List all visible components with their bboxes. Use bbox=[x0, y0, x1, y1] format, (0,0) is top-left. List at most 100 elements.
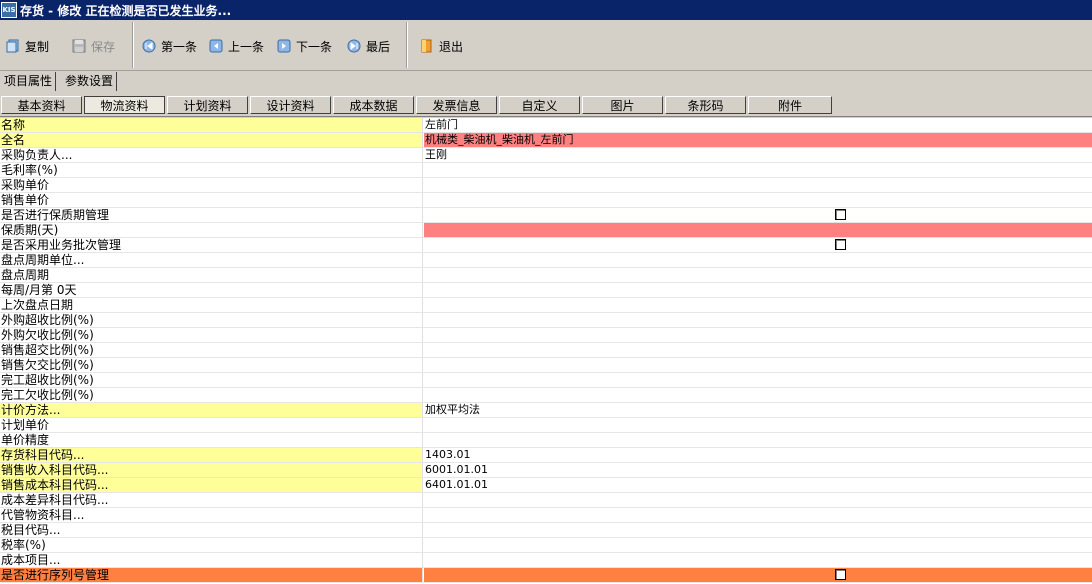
tab-design-info[interactable]: 设计资料 bbox=[250, 96, 331, 114]
property-value[interactable] bbox=[424, 538, 1092, 552]
property-row[interactable]: 是否进行序列号管理 bbox=[0, 568, 1092, 583]
property-row[interactable]: 计划单价 bbox=[0, 418, 1092, 433]
property-row[interactable]: 成本项目... bbox=[0, 553, 1092, 568]
tab-cost-data[interactable]: 成本数据 bbox=[333, 96, 414, 114]
first-label: 第一条 bbox=[161, 39, 198, 54]
tab-custom[interactable]: 自定义 bbox=[499, 96, 580, 114]
property-value[interactable] bbox=[424, 418, 1092, 432]
property-value[interactable] bbox=[424, 358, 1092, 372]
property-row[interactable]: 保质期(天) bbox=[0, 223, 1092, 238]
property-row[interactable]: 名称 左前门 bbox=[0, 118, 1092, 133]
last-icon bbox=[347, 39, 361, 53]
tab-images[interactable]: 图片 bbox=[582, 96, 663, 114]
save-icon bbox=[72, 39, 86, 53]
property-row[interactable]: 盘点周期 bbox=[0, 268, 1092, 283]
property-value[interactable] bbox=[424, 493, 1092, 507]
property-row[interactable]: 存货科目代码... 1403.01 bbox=[0, 448, 1092, 463]
property-name: 存货科目代码... bbox=[0, 448, 423, 462]
property-row[interactable]: 税率(%) bbox=[0, 538, 1092, 553]
property-row[interactable]: 销售成本科目代码... 6401.01.01 bbox=[0, 478, 1092, 493]
property-value[interactable] bbox=[424, 238, 1092, 252]
property-value[interactable]: 机械类_柴油机_柴油机_左前门 bbox=[424, 133, 1092, 147]
property-value[interactable]: 6001.01.01 bbox=[424, 463, 1092, 477]
property-row[interactable]: 外购超收比例(%) bbox=[0, 313, 1092, 328]
property-value[interactable] bbox=[424, 328, 1092, 342]
tab-attachments[interactable]: 附件 bbox=[748, 96, 832, 114]
property-row[interactable]: 成本差异科目代码... bbox=[0, 493, 1092, 508]
property-value[interactable] bbox=[424, 568, 1092, 582]
property-row[interactable]: 完工欠收比例(%) bbox=[0, 388, 1092, 403]
property-row[interactable]: 是否采用业务批次管理 bbox=[0, 238, 1092, 253]
tab-invoice-info[interactable]: 发票信息 bbox=[416, 96, 497, 114]
property-checkbox[interactable] bbox=[835, 239, 846, 250]
property-row[interactable]: 全名 机械类_柴油机_柴油机_左前门 bbox=[0, 133, 1092, 148]
property-row[interactable]: 单价精度 bbox=[0, 433, 1092, 448]
last-record-button[interactable]: 最后 bbox=[347, 35, 390, 57]
tab-basic-info[interactable]: 基本资料 bbox=[1, 96, 82, 114]
property-row[interactable]: 税目代码... bbox=[0, 523, 1092, 538]
property-value[interactable] bbox=[424, 223, 1092, 237]
property-value[interactable]: 加权平均法 bbox=[424, 403, 1092, 417]
property-name: 盘点周期单位... bbox=[0, 253, 423, 267]
property-value[interactable] bbox=[424, 268, 1092, 282]
app-logo-icon: KIS bbox=[1, 2, 17, 18]
property-value[interactable]: 1403.01 bbox=[424, 448, 1092, 462]
first-record-button[interactable]: 第一条 bbox=[142, 35, 197, 57]
property-value[interactable] bbox=[424, 163, 1092, 177]
property-row[interactable]: 销售单价 bbox=[0, 193, 1092, 208]
tab-barcode[interactable]: 条形码 bbox=[665, 96, 746, 114]
property-value[interactable] bbox=[424, 523, 1092, 537]
property-value[interactable] bbox=[424, 283, 1092, 297]
property-row[interactable]: 盘点周期单位... bbox=[0, 253, 1092, 268]
property-row[interactable]: 销售欠交比例(%) bbox=[0, 358, 1092, 373]
property-row[interactable]: 计价方法... 加权平均法 bbox=[0, 403, 1092, 418]
exit-label: 退出 bbox=[439, 39, 464, 54]
exit-button[interactable]: 退出 bbox=[420, 35, 463, 57]
property-row[interactable]: 每周/月第 0天 bbox=[0, 283, 1092, 298]
property-value[interactable] bbox=[424, 298, 1092, 312]
property-value[interactable]: 王刚 bbox=[424, 148, 1092, 162]
property-value[interactable] bbox=[424, 208, 1092, 222]
property-value[interactable] bbox=[424, 178, 1092, 192]
property-value[interactable] bbox=[424, 373, 1092, 387]
property-value[interactable] bbox=[424, 388, 1092, 402]
tab-parameter-settings[interactable]: 参数设置 bbox=[62, 72, 118, 91]
copy-icon bbox=[6, 39, 20, 53]
property-value[interactable]: 6401.01.01 bbox=[424, 478, 1092, 492]
property-name: 计划单价 bbox=[0, 418, 423, 432]
property-value[interactable] bbox=[424, 508, 1092, 522]
property-value[interactable] bbox=[424, 193, 1092, 207]
property-row[interactable]: 外购欠收比例(%) bbox=[0, 328, 1092, 343]
property-row[interactable]: 采购单价 bbox=[0, 178, 1092, 193]
property-value[interactable] bbox=[424, 253, 1092, 267]
property-name: 完工欠收比例(%) bbox=[0, 388, 423, 402]
previous-record-button[interactable]: 上一条 bbox=[209, 35, 264, 57]
tab-planning-info[interactable]: 计划资料 bbox=[167, 96, 248, 114]
property-name: 成本差异科目代码... bbox=[0, 493, 423, 507]
property-value[interactable] bbox=[424, 553, 1092, 567]
property-name: 是否进行保质期管理 bbox=[0, 208, 423, 222]
property-row[interactable]: 完工超收比例(%) bbox=[0, 373, 1092, 388]
property-value[interactable] bbox=[424, 313, 1092, 327]
copy-button[interactable]: 复制 bbox=[6, 35, 49, 57]
property-row[interactable]: 采购负责人... 王刚 bbox=[0, 148, 1092, 163]
previous-icon bbox=[209, 39, 223, 53]
property-value[interactable] bbox=[424, 343, 1092, 357]
property-row[interactable]: 销售收入科目代码... 6001.01.01 bbox=[0, 463, 1092, 478]
property-row[interactable]: 销售超交比例(%) bbox=[0, 343, 1092, 358]
property-row[interactable]: 代管物资科目... bbox=[0, 508, 1092, 523]
property-row[interactable]: 上次盘点日期 bbox=[0, 298, 1092, 313]
property-name: 销售收入科目代码... bbox=[0, 463, 423, 477]
tab-logistics-info[interactable]: 物流资料 bbox=[84, 96, 165, 114]
property-row[interactable]: 是否进行保质期管理 bbox=[0, 208, 1092, 223]
tab-item-properties[interactable]: 项目属性 bbox=[1, 72, 57, 91]
property-checkbox[interactable] bbox=[835, 209, 846, 220]
property-value[interactable]: 左前门 bbox=[424, 118, 1092, 132]
save-button[interactable]: 保存 bbox=[72, 35, 115, 57]
property-name: 是否进行序列号管理 bbox=[0, 568, 423, 582]
property-row[interactable]: 毛利率(%) bbox=[0, 163, 1092, 178]
property-value[interactable] bbox=[424, 433, 1092, 447]
property-name: 成本项目... bbox=[0, 553, 423, 567]
property-checkbox[interactable] bbox=[835, 569, 846, 580]
next-record-button[interactable]: 下一条 bbox=[277, 35, 332, 57]
